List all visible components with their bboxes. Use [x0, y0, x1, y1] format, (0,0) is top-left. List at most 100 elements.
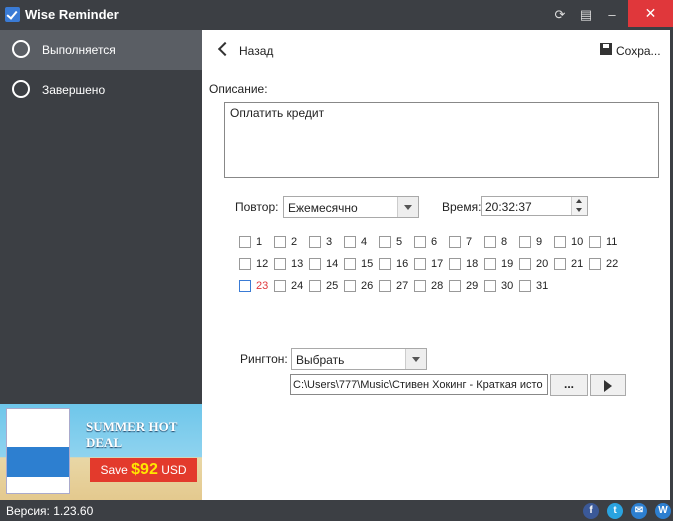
- day-label: 6: [431, 236, 438, 248]
- checkbox-box[interactable]: [519, 236, 531, 248]
- checkbox-box[interactable]: [519, 280, 531, 292]
- promo-save-badge[interactable]: Save $92 USD: [90, 458, 197, 482]
- day-label: 29: [466, 280, 479, 292]
- sidebar-item-in-progress[interactable]: Выполняется: [0, 30, 202, 70]
- day-label: 24: [291, 280, 304, 292]
- checkbox-box[interactable]: [379, 280, 391, 292]
- checkbox-box[interactable]: [484, 280, 496, 292]
- checkbox-box[interactable]: [274, 236, 286, 248]
- chevron-down-icon[interactable]: [397, 197, 418, 217]
- promo-headline: SUMMER HOT DEAL: [86, 419, 178, 450]
- refresh-icon[interactable]: ⟳: [549, 5, 571, 25]
- browse-button[interactable]: ...: [550, 374, 588, 396]
- ringtone-select-value: Выбрать: [296, 353, 345, 367]
- day-label: 20: [536, 258, 549, 270]
- repeat-select[interactable]: Ежемесячно: [283, 196, 419, 218]
- checkbox-box[interactable]: [309, 236, 321, 248]
- day-label: 8: [501, 236, 508, 248]
- spin-up-icon[interactable]: [571, 197, 587, 206]
- checkbox-box[interactable]: [484, 258, 496, 270]
- day-label: 13: [291, 258, 304, 270]
- day-label: 21: [571, 258, 584, 270]
- checkbox-box[interactable]: [239, 258, 251, 270]
- sidebar-item-completed[interactable]: Завершено: [0, 70, 202, 110]
- day-label: 12: [256, 258, 269, 270]
- check-circle-icon: [12, 80, 30, 98]
- checkbox-box[interactable]: [344, 280, 356, 292]
- checkbox-box[interactable]: [449, 258, 461, 270]
- mail-icon[interactable]: ✉: [631, 503, 647, 519]
- play-button[interactable]: [590, 374, 626, 396]
- back-arrow-icon[interactable]: [217, 41, 233, 57]
- day-label: 17: [431, 258, 444, 270]
- day-label: 27: [396, 280, 409, 292]
- day-label: 5: [396, 236, 403, 248]
- time-input[interactable]: 20:32:37: [481, 196, 588, 216]
- checkbox-box[interactable]: [449, 236, 461, 248]
- repeat-select-value: Ежемесячно: [288, 201, 358, 215]
- checkbox-box[interactable]: [309, 258, 321, 270]
- app-title: Wise Reminder: [25, 7, 119, 22]
- checkbox-box[interactable]: [449, 280, 461, 292]
- description-input[interactable]: Оплатить кредит: [224, 102, 659, 178]
- promo-banner[interactable]: SUMMER HOT DEAL Save $92 USD: [0, 404, 202, 500]
- save-icon[interactable]: [600, 43, 612, 55]
- chevron-down-icon[interactable]: [405, 349, 426, 369]
- day-label: 31: [536, 280, 549, 292]
- day-label: 3: [326, 236, 333, 248]
- checkbox-box[interactable]: [344, 236, 356, 248]
- checkbox-box[interactable]: [379, 258, 391, 270]
- promo-currency: USD: [161, 463, 187, 477]
- checkbox-box[interactable]: [519, 258, 531, 270]
- checkbox-box[interactable]: [344, 258, 356, 270]
- promo-amount: $92: [131, 461, 158, 478]
- checkbox-box[interactable]: [414, 236, 426, 248]
- close-icon: ✕: [644, 5, 657, 21]
- wise-icon[interactable]: W: [655, 503, 671, 519]
- day-label: 23: [256, 280, 269, 292]
- status-bar: Версия: 1.23.60 f t ✉ W: [0, 500, 673, 521]
- facebook-icon[interactable]: f: [583, 503, 599, 519]
- menu-icon[interactable]: ▤: [575, 5, 597, 25]
- day-label: 30: [501, 280, 514, 292]
- checkbox-box[interactable]: [414, 258, 426, 270]
- sidebar-item-label: Завершено: [42, 83, 106, 97]
- day-label: 2: [291, 236, 298, 248]
- back-button[interactable]: Назад: [239, 44, 273, 58]
- day-label: 28: [431, 280, 444, 292]
- version-text: Версия: 1.23.60: [6, 504, 94, 518]
- spin-down-icon[interactable]: [571, 206, 587, 215]
- save-button[interactable]: Сохра...: [616, 44, 661, 58]
- day-label: 19: [501, 258, 514, 270]
- twitter-icon[interactable]: t: [607, 503, 623, 519]
- day-label: 16: [396, 258, 409, 270]
- checkbox-box[interactable]: [554, 258, 566, 270]
- minimize-icon[interactable]: –: [601, 5, 623, 25]
- repeat-label: Повтор:: [235, 200, 279, 214]
- checkbox-box[interactable]: [589, 258, 601, 270]
- checkbox-box[interactable]: [379, 236, 391, 248]
- checkbox-box[interactable]: [274, 280, 286, 292]
- promo-save-prefix: Save: [100, 463, 128, 477]
- day-label: 14: [326, 258, 339, 270]
- description-label: Описание:: [209, 82, 268, 96]
- checkbox-box[interactable]: [554, 236, 566, 248]
- checkbox-box[interactable]: [414, 280, 426, 292]
- checkbox-box[interactable]: [484, 236, 496, 248]
- day-label: 7: [466, 236, 473, 248]
- ringtone-path-field[interactable]: C:\Users\777\Music\Стивен Хокинг - Кратк…: [290, 374, 548, 395]
- checkbox-box[interactable]: [239, 236, 251, 248]
- close-button[interactable]: ✕: [628, 0, 673, 27]
- day-label: 10: [571, 236, 584, 248]
- ringtone-select[interactable]: Выбрать: [291, 348, 427, 370]
- day-label: 22: [606, 258, 619, 270]
- checkbox-box[interactable]: [239, 280, 251, 292]
- day-label: 26: [361, 280, 374, 292]
- checkbox-box[interactable]: [309, 280, 321, 292]
- checkbox-box[interactable]: [589, 236, 601, 248]
- ringtone-path-value: C:\Users\777\Music\Стивен Хокинг - Кратк…: [293, 379, 543, 391]
- checkbox-box[interactable]: [274, 258, 286, 270]
- day-label: 11: [606, 236, 618, 248]
- time-input-value: 20:32:37: [485, 200, 532, 214]
- day-label: 18: [466, 258, 479, 270]
